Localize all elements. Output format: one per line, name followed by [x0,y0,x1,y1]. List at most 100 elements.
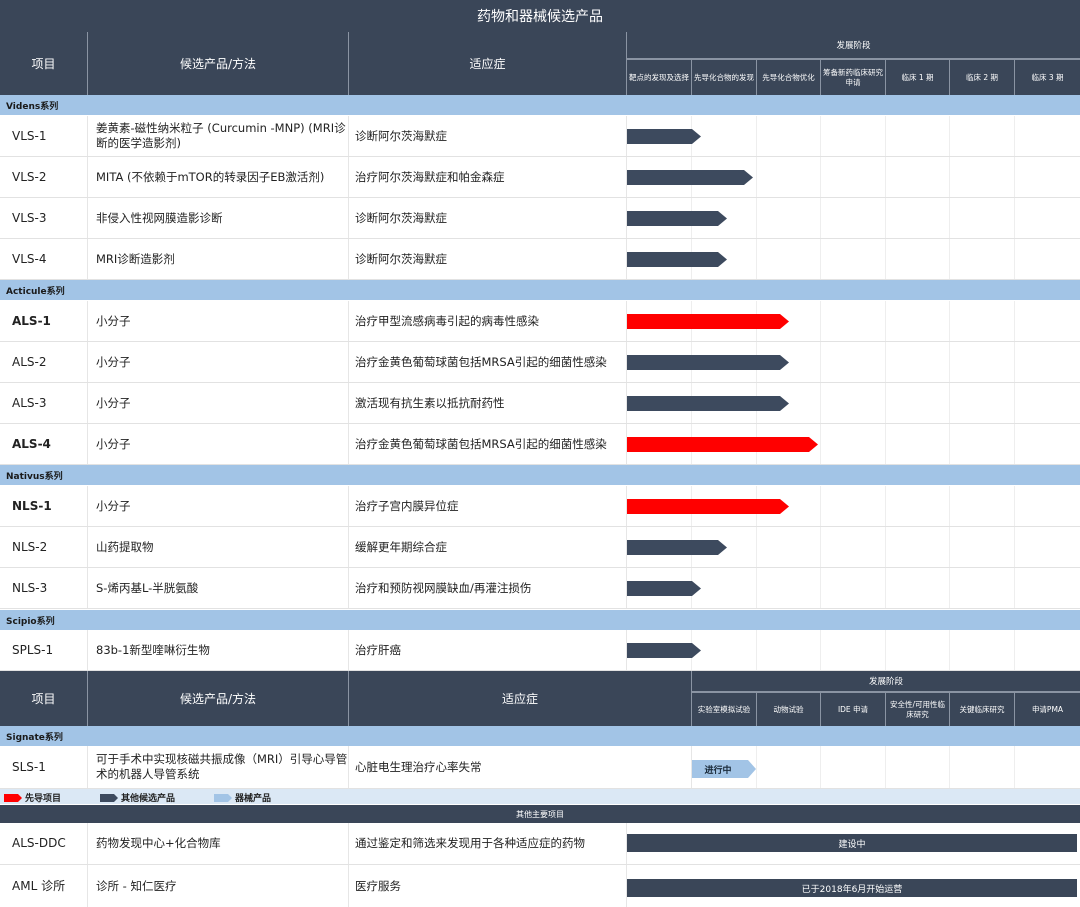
stage-cell [886,630,950,670]
progress-bar [627,314,789,329]
project-code: VLS-3 [0,198,88,238]
legend: 先导项目 其他候选产品 器械产品 [0,789,1080,804]
other-row: ALS-DDC 药物发现中心+化合物库 通过鉴定和筛选来发现用于各种适应症的药物… [0,823,1080,865]
device-stage-cell [757,746,821,788]
section-acticule: Acticule系列 [0,280,1080,300]
stage-cell [1015,383,1080,423]
device-header-indication: 适应症 [349,671,692,726]
project-code: ALS-2 [0,342,88,382]
indication-text: 治疗阿尔茨海默症和帕金森症 [349,157,627,197]
stage-cell [950,424,1015,464]
device-indication: 心脏电生理治疗心率失常 [349,746,692,788]
other-row: AML 诊所 诊所 - 知仁医疗 医疗服务 已于2018年6月开始运营 [0,865,1080,907]
stage-cell [886,157,950,197]
other-candidate: 诊所 - 知仁医疗 [88,865,349,907]
stage-cell [886,383,950,423]
table-row: ALS-1 小分子 治疗甲型流感病毒引起的病毒性感染 [0,301,1080,342]
indication-text: 治疗金黄色葡萄球菌包括MRSA引起的细菌性感染 [349,342,627,382]
table-row: VLS-1 姜黄素-磁性纳米粒子 (Curcumin -MNP) (MRI诊断的医… [0,116,1080,157]
device-header-candidate: 候选产品/方法 [88,671,349,726]
header-stage-4: 筹备新药临床研究申请 [821,59,886,95]
header-stage-5: 临床 1 期 [886,59,950,95]
indication-text: 治疗和预防视网膜缺血/再灌注损伤 [349,568,627,608]
header-stage-2: 先导化合物的发现 [692,59,757,95]
other-candidate: 药物发现中心+化合物库 [88,823,349,864]
progress-bar [627,129,701,144]
progress-arrow [627,396,789,411]
device-header-stage-1: 实验室模拟试验 [692,692,757,726]
device-header-project: 项目 [0,671,88,726]
table-row: VLS-2 MITA (不依赖于mTOR的转录因子EB激活剂) 治疗阿尔茨海默症和帕… [0,157,1080,198]
other-status-bar: 已于2018年6月开始运营 [627,879,1077,897]
header-stage-1: 靶点的发现及选择 [627,59,692,95]
stage-cell [950,239,1015,279]
stage-cell [950,116,1015,156]
progress-arrow [627,314,789,329]
stage-cell [1015,486,1080,526]
stage-cell [950,198,1015,238]
progress-arrow [627,643,701,658]
table-row: ALS-4 小分子 治疗金黄色葡萄球菌包括MRSA引起的细菌性感染 [0,424,1080,465]
device-status: 进行中 [704,764,731,776]
stage-cell [757,568,821,608]
stage-cell [1015,157,1080,197]
stage-cell [1015,568,1080,608]
progress-arrow [627,581,701,596]
stage-cell [757,630,821,670]
header-stage-3: 先导化合物优化 [757,59,821,95]
progress-arrow [627,499,789,514]
legend-other: 其他候选产品 [100,791,175,804]
stage-cell [1015,198,1080,238]
table-row: NLS-3 S-烯丙基L-半胱氨酸 治疗和预防视网膜缺血/再灌注损伤 [0,568,1080,609]
stage-cell [1015,301,1080,341]
stage-cell [821,157,886,197]
stage-cell [757,116,821,156]
legend-device-swatch [214,793,232,802]
stage-cell [821,342,886,382]
candidate-name: 小分子 [88,383,349,423]
progress-arrow [627,252,727,267]
candidate-name: MITA (不依赖于mTOR的转录因子EB激活剂) [88,157,349,197]
device-progress-bar: 进行中 [692,760,756,778]
stage-cell [757,527,821,567]
stage-cell [950,342,1015,382]
other-indication: 通过鉴定和筛选来发现用于各种适应症的药物 [349,823,627,864]
legend-device: 器械产品 [214,791,271,804]
indication-text: 缓解更年期综合症 [349,527,627,567]
header-indication: 适应症 [349,32,627,95]
section-videns: Videns系列 [0,95,1080,115]
table-row: VLS-4 MRI诊断造影剂 诊断阿尔茨海默症 [0,239,1080,280]
project-code: ALS-4 [0,424,88,464]
candidate-name: 姜黄素-磁性纳米粒子 (Curcumin -MNP) (MRI诊断的医学造影剂) [88,116,349,156]
legend-lead-swatch [4,793,22,802]
page-title: 药物和器械候选产品 [0,0,1080,32]
device-stage-cell [821,746,886,788]
stage-cell [886,424,950,464]
stage-cell [821,239,886,279]
progress-bar [627,499,789,514]
candidate-name: 非侵入性视网膜造影诊断 [88,198,349,238]
device-row: SLS-1 可于手术中实现核磁共振成像（MRI）引导心导管术的机器人导管系统 心… [0,746,1080,789]
stage-cell [692,630,757,670]
stage-cell [692,116,757,156]
stage-cell [821,198,886,238]
progress-arrow [627,355,789,370]
project-code: VLS-1 [0,116,88,156]
legend-other-swatch [100,793,118,802]
candidate-name: S-烯丙基L-半胱氨酸 [88,568,349,608]
progress-bar [627,396,789,411]
stage-cell [1015,239,1080,279]
stage-cell [692,568,757,608]
table-row: VLS-3 非侵入性视网膜造影诊断 诊断阿尔茨海默症 [0,198,1080,239]
stage-cell [886,568,950,608]
indication-text: 诊断阿尔茨海默症 [349,116,627,156]
stage-cell [821,527,886,567]
stage-cell [886,527,950,567]
progress-arrow [627,170,753,185]
project-code: SPLS-1 [0,630,88,670]
progress-bar [627,437,818,452]
section-scipio: Scipio系列 [0,610,1080,630]
project-code: NLS-3 [0,568,88,608]
header-stage-6: 临床 2 期 [950,59,1015,95]
stage-cell [1015,424,1080,464]
